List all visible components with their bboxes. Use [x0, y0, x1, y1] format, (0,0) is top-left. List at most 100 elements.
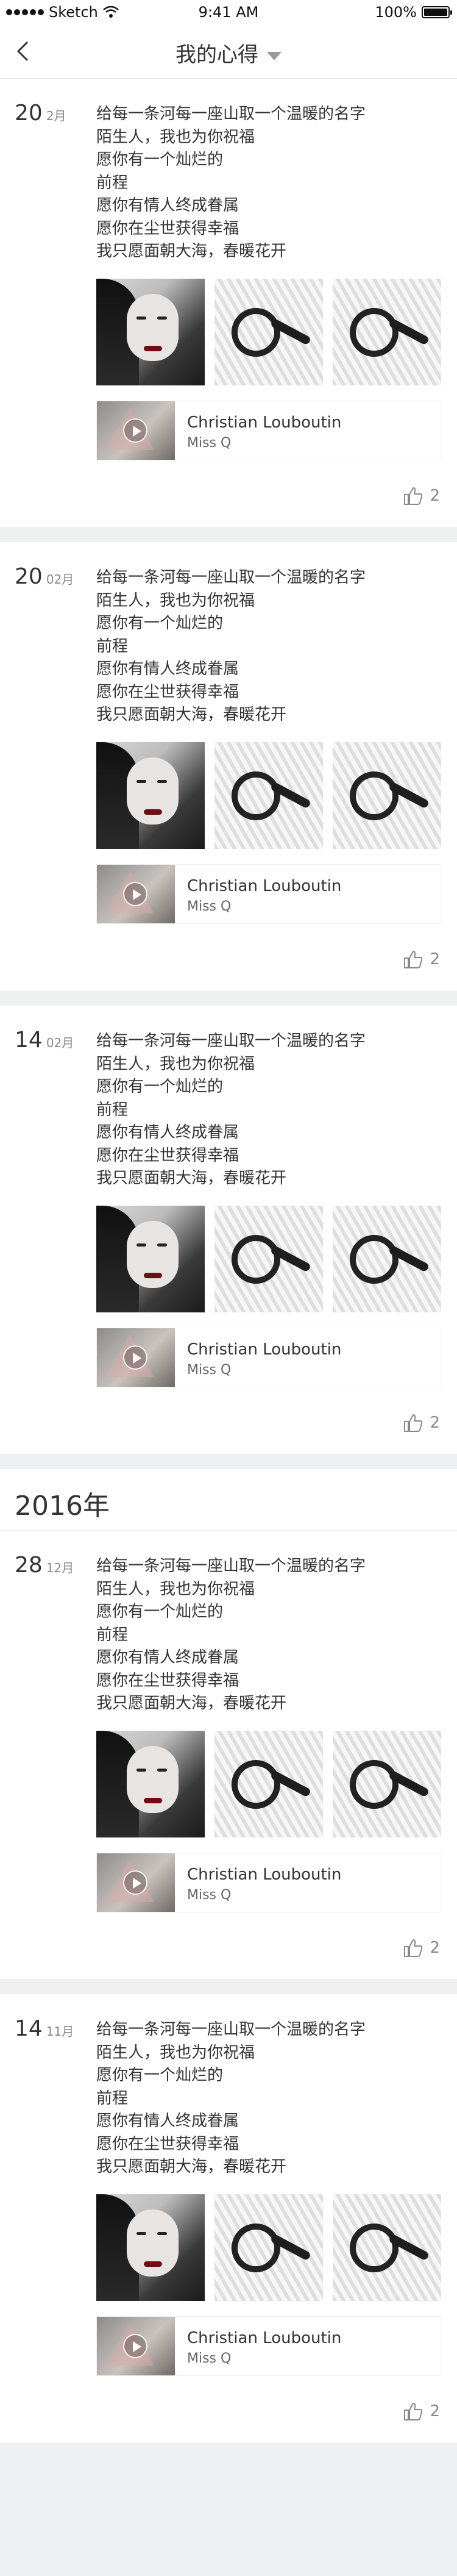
- music-card[interactable]: Christian Louboutin Miss Q: [96, 401, 441, 460]
- post-month: 2月: [46, 109, 66, 123]
- photo-grid: [96, 742, 441, 849]
- music-card[interactable]: Christian Louboutin Miss Q: [96, 864, 441, 924]
- photo-grid: [96, 1731, 441, 1837]
- like-count: 2: [430, 1939, 440, 1957]
- post-text-line: 愿你有一个灿烂的: [96, 614, 224, 632]
- navigation-bar: 我的心得: [0, 24, 457, 79]
- post-day: 14: [15, 1028, 43, 1053]
- post-text: 给每一条河每一座山取一个温暖的名字 陌生人，我也为你祝福 愿你有一个灿烂的 前程 愿你有…: [96, 1030, 438, 1190]
- post-text-line: 愿你有情人终成眷属: [96, 1123, 239, 1142]
- post-text: 给每一条河每一座山取一个温暖的名字 陌生人，我也为你祝福 愿你有一个灿烂的 前程 愿你有…: [96, 103, 438, 263]
- post-text-line: 愿你有一个灿烂的: [96, 1078, 224, 1096]
- post-text-line: 前程: [96, 173, 129, 192]
- play-icon[interactable]: [123, 2334, 147, 2358]
- post-date: 20 02月: [15, 564, 74, 589]
- song-title: Christian Louboutin: [187, 1866, 342, 1884]
- photo-portrait[interactable]: [96, 279, 205, 385]
- song-artist: Miss Q: [187, 435, 232, 451]
- post-text-line: 愿你在尘世获得幸福: [96, 1671, 239, 1690]
- post-text-line: 愿你有一个灿烂的: [96, 1603, 224, 1621]
- page-title-dropdown[interactable]: 我的心得: [0, 38, 457, 68]
- photo-headphones[interactable]: [333, 279, 441, 385]
- post-day: 20: [15, 564, 43, 589]
- post-text-line: 给每一条河每一座山取一个温暖的名字: [96, 568, 366, 587]
- post-month: 12月: [46, 1561, 74, 1575]
- post-text-line: 愿你在尘世获得幸福: [96, 1146, 239, 1165]
- photo-headphones[interactable]: [214, 1206, 323, 1312]
- photo-portrait[interactable]: [96, 1206, 205, 1312]
- song-title: Christian Louboutin: [187, 2329, 342, 2347]
- photo-headphones[interactable]: [214, 2194, 323, 2301]
- photo-portrait[interactable]: [96, 2194, 205, 2301]
- post-text-line: 前程: [96, 637, 129, 656]
- post-day: 28: [15, 1553, 43, 1578]
- post-text-line: 给每一条河每一座山取一个温暖的名字: [96, 2020, 366, 2039]
- post-text-line: 陌生人，我也为你祝福: [96, 2043, 255, 2062]
- photo-headphones[interactable]: [214, 1731, 323, 1837]
- post-text: 给每一条河每一座山取一个温暖的名字 陌生人，我也为你祝福 愿你有一个灿烂的 前程愿你有…: [96, 567, 438, 727]
- thumbs-up-icon: [404, 951, 423, 968]
- music-card[interactable]: Christian Louboutin Miss Q: [96, 1328, 441, 1387]
- post-text-line: 我只愿面朝大海，春暖花开: [96, 1169, 287, 1187]
- post-card: 14 02月 给每一条河每一座山取一个温暖的名字 陌生人，我也为你祝福 愿你有一个灿烂…: [0, 1006, 457, 1454]
- song-title: Christian Louboutin: [187, 413, 342, 432]
- post-text-line: 愿你有情人终成眷属: [96, 660, 239, 678]
- thumbs-up-icon: [404, 1414, 423, 1432]
- photo-headphones[interactable]: [333, 1206, 441, 1312]
- post-text-line: 前程: [96, 1100, 129, 1119]
- photo-headphones[interactable]: [333, 2194, 441, 2301]
- post-card: 14 11月 给每一条河每一座山取一个温暖的名字 陌生人，我也为你祝福 愿你有一个灿烂…: [0, 1994, 457, 2442]
- photo-headphones[interactable]: [214, 742, 323, 849]
- album-cover: [97, 1328, 175, 1387]
- photo-grid: [96, 2194, 441, 2301]
- photo-headphones[interactable]: [333, 742, 441, 849]
- post-text-line: 愿你有一个灿烂的: [96, 2066, 224, 2084]
- status-bar: Sketch 9:41 AM 100%: [0, 0, 457, 24]
- post-card: 20 02月 给每一条河每一座山取一个温暖的名字 陌生人，我也为你祝福 愿你有一个灿烂…: [0, 542, 457, 990]
- post-text-line: 愿你在尘世获得幸福: [96, 219, 239, 238]
- post-text: 给每一条河每一座山取一个温暖的名字 陌生人，我也为你祝福 愿你有一个灿烂的 前程 愿你有…: [96, 1555, 438, 1716]
- song-artist: Miss Q: [187, 1362, 232, 1378]
- like-count: 2: [430, 2402, 440, 2420]
- like-button[interactable]: 2: [403, 1413, 440, 1433]
- music-card[interactable]: Christian Louboutin Miss Q: [96, 2316, 441, 2376]
- like-button[interactable]: 2: [403, 486, 440, 506]
- like-button[interactable]: 2: [403, 950, 440, 969]
- post-text-line: 陌生人，我也为你祝福: [96, 1054, 255, 1073]
- photo-portrait[interactable]: [96, 1731, 205, 1837]
- play-icon[interactable]: [123, 882, 147, 906]
- post-text-line: 陌生人，我也为你祝福: [96, 591, 255, 610]
- photo-portrait[interactable]: [96, 742, 205, 849]
- post-card: 20 2月 给每一条河每一座山取一个温暖的名字 陌生人，我也为你祝福 愿你有一个灿烂的…: [0, 79, 457, 527]
- post-text-line: 愿你有情人终成眷属: [96, 196, 239, 215]
- battery-percent: 100%: [375, 4, 417, 21]
- play-icon[interactable]: [123, 1870, 147, 1895]
- song-title: Christian Louboutin: [187, 877, 342, 895]
- post-month: 11月: [46, 2024, 74, 2039]
- song-title: Christian Louboutin: [187, 1340, 342, 1359]
- status-right: 100%: [375, 4, 452, 21]
- photo-headphones[interactable]: [214, 279, 323, 385]
- post-text-line: 愿你在尘世获得幸福: [96, 2134, 239, 2153]
- play-icon[interactable]: [123, 418, 147, 443]
- music-card[interactable]: Christian Louboutin Miss Q: [96, 1853, 441, 1912]
- post-text-line: 愿你有情人终成眷属: [96, 2112, 239, 2130]
- post-text-line: 我只愿面朝大海，春暖花开: [96, 2158, 287, 2176]
- post-date: 28 12月: [15, 1553, 74, 1578]
- like-button[interactable]: 2: [403, 2402, 440, 2421]
- like-count: 2: [430, 487, 440, 505]
- page-title: 我的心得: [175, 43, 258, 67]
- album-cover: [97, 401, 175, 460]
- post-text-line: 陌生人，我也为你祝福: [96, 127, 255, 146]
- like-button[interactable]: 2: [403, 1938, 440, 1958]
- post-text-line: 给每一条河每一座山取一个温暖的名字: [96, 1557, 366, 1575]
- post-text-line: 愿你在尘世获得幸福: [96, 682, 239, 701]
- chevron-down-icon: [267, 51, 282, 60]
- post-text-line: 愿你有一个灿烂的: [96, 151, 224, 169]
- post-date: 14 11月: [15, 2016, 74, 2041]
- post-month: 02月: [46, 572, 74, 587]
- post-day: 20: [15, 101, 43, 126]
- post-text-line: 前程: [96, 2089, 129, 2108]
- play-icon[interactable]: [123, 1345, 147, 1370]
- photo-headphones[interactable]: [333, 1731, 441, 1837]
